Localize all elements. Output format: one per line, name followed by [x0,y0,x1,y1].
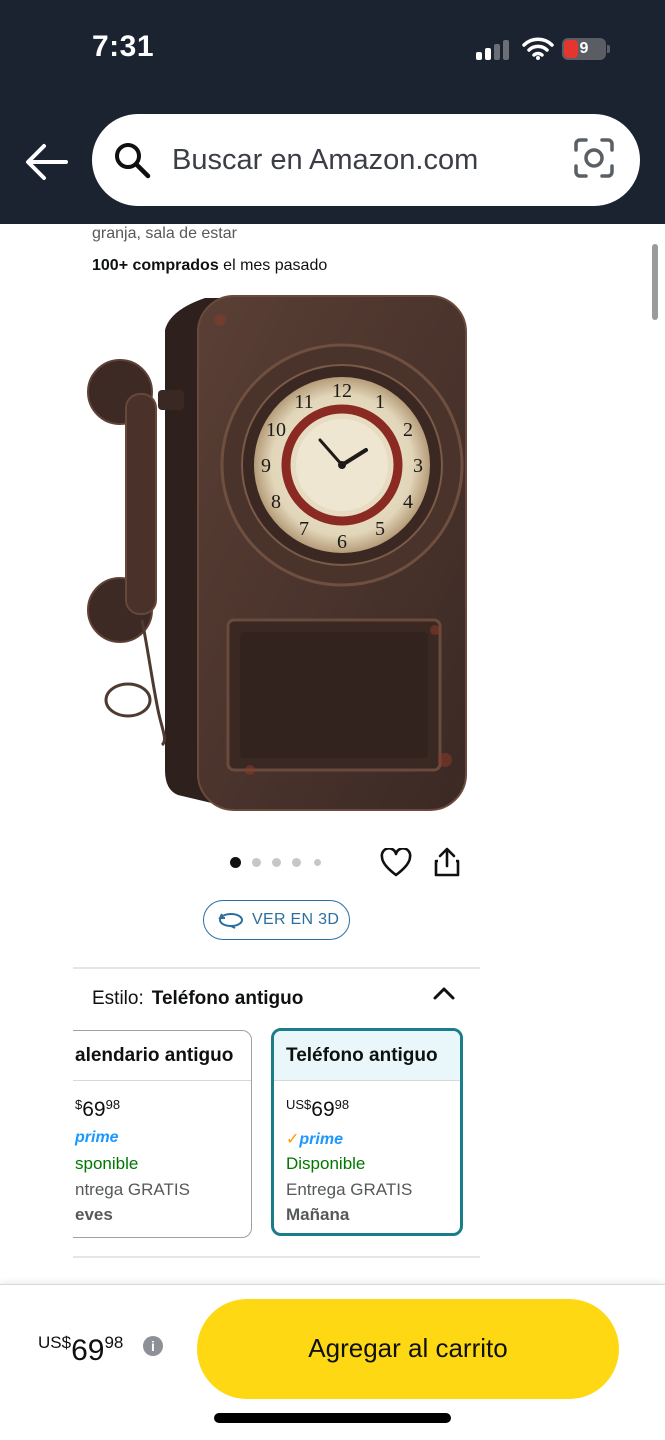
status-time: 7:31 [92,30,155,63]
svg-text:1: 1 [375,391,385,413]
prime-badge: ✓prime [286,1129,343,1149]
app-header: 7:31 9 Buscar en Amazon.com [0,0,665,224]
wifi-icon [522,37,554,60]
style-option-price: US$6998 [286,1097,349,1122]
delivery-day: eves [75,1205,113,1224]
chevron-up-icon[interactable] [432,984,456,1002]
carousel-dot[interactable] [292,858,301,867]
price-symbol: US$ [286,1097,312,1112]
add-to-cart-button[interactable]: Agregar al carrito [197,1299,619,1399]
share-icon[interactable] [432,846,462,878]
style-option-title: Teléfono antiguo [286,1045,438,1066]
buy-bar-price: US$6998 [38,1333,123,1368]
carousel-dot-active[interactable] [230,857,241,868]
svg-text:3: 3 [413,455,423,477]
cellular-signal-icon [476,40,512,60]
purchase-count-rest: el mes pasado [218,257,328,274]
divider [73,967,480,969]
svg-text:10: 10 [266,419,286,441]
view-3d-label: VER EN 3D [252,911,340,928]
style-options-scroller[interactable]: alendario antiguo $6998 prime sponible n… [73,1025,473,1245]
home-indicator[interactable] [214,1413,451,1423]
availability-text: Disponible [286,1154,366,1173]
style-option-price: $6998 [75,1097,120,1122]
search-input[interactable]: Buscar en Amazon.com [172,144,478,177]
style-option-header: alendario antiguo [73,1031,251,1081]
svg-text:11: 11 [294,391,313,413]
style-option-title: alendario antiguo [75,1045,234,1066]
back-arrow-icon[interactable] [22,140,70,184]
availability-text: sponible [75,1154,139,1173]
price-cents: 98 [104,1333,124,1352]
style-option-card[interactable]: alendario antiguo $6998 prime sponible n… [73,1030,252,1238]
battery-level: 9 [579,40,589,57]
prime-check-icon: ✓ [286,1131,300,1148]
price-cents: 98 [105,1097,121,1112]
price-whole: 69 [311,1098,335,1121]
battery-icon: 9 [562,38,610,60]
carousel-dot[interactable] [272,858,281,867]
delivery-day: Mañana [286,1205,350,1224]
svg-text:4: 4 [403,491,413,513]
price-symbol: US$ [38,1333,72,1352]
info-icon[interactable]: i [143,1336,163,1356]
rotate-3d-icon [218,913,243,929]
add-to-cart-label: Agregar al carrito [308,1333,508,1363]
camera-lens-icon[interactable] [572,136,616,180]
svg-text:8: 8 [271,491,281,513]
view-3d-button[interactable]: VER EN 3D [203,900,350,940]
search-bar[interactable]: Buscar en Amazon.com [92,114,640,206]
product-page: 7:31 9 Buscar en Amazon.com granja, sala… [0,0,665,1440]
price-whole: 69 [82,1098,106,1121]
price-cents: 98 [334,1097,350,1112]
heart-icon[interactable] [380,848,412,878]
svg-text:6: 6 [337,531,347,553]
prime-label: prime [299,1131,343,1148]
buy-bar: US$6998 i Agregar al carrito [0,1284,665,1440]
prime-badge: prime [75,1129,119,1146]
shipping-text: Entrega GRATIS [286,1180,413,1199]
svg-text:7: 7 [299,518,309,540]
shipping-text: ntrega GRATIS [75,1180,190,1199]
svg-text:2: 2 [403,419,413,441]
style-option-header: Teléfono antiguo [274,1031,460,1081]
price-whole: 69 [71,1334,105,1367]
style-selector-header[interactable]: Estilo: Teléfono antiguo [92,988,303,1010]
purchase-count: 100+ comprados el mes pasado [92,257,327,275]
page-scrollbar[interactable] [652,244,658,320]
antique-telephone-clock-image[interactable]: 12 1 2 3 4 5 6 7 8 9 10 11 [80,290,480,820]
style-value: Teléfono antiguo [151,988,304,1009]
style-label: Estilo: [92,988,144,1009]
svg-text:12: 12 [332,380,352,402]
carousel-dot[interactable] [314,859,321,866]
style-option-card-selected[interactable]: Teléfono antiguo US$6998 ✓prime Disponib… [271,1028,463,1236]
svg-text:9: 9 [261,455,271,477]
purchase-count-bold: 100+ comprados [92,257,219,274]
product-title-fragment: granja, sala de estar [92,225,237,242]
search-icon[interactable] [112,140,152,180]
carousel-dot[interactable] [252,858,261,867]
divider [73,1256,480,1258]
svg-text:5: 5 [375,518,385,540]
